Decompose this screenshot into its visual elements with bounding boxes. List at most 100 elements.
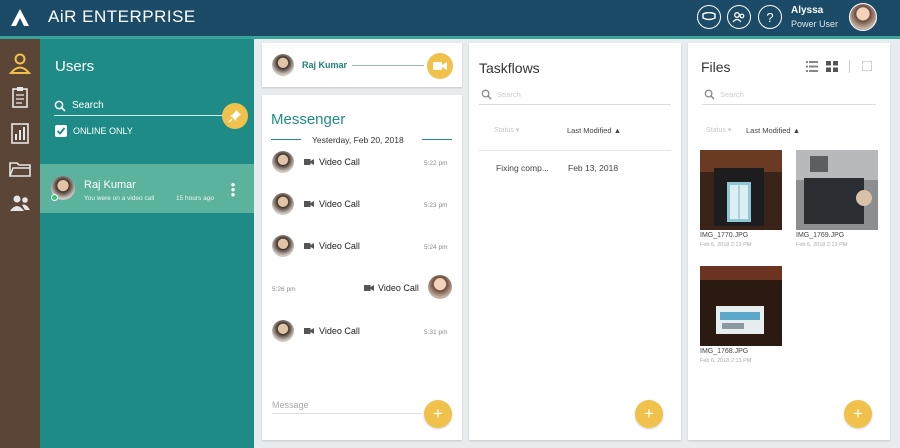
app-title: AiR ENTERPRISE [48, 7, 196, 26]
last-modified-column-header[interactable]: Last Modified ▲ [567, 126, 621, 135]
last-modified-column-header[interactable]: Last Modified ▲ [746, 126, 800, 135]
users-title: Users [55, 58, 95, 75]
folder-icon[interactable] [8, 157, 32, 181]
last-modified-label: Last Modified [746, 126, 791, 135]
file-thumbnail[interactable] [700, 266, 782, 346]
chevron-down-icon: ▾ [727, 127, 732, 134]
divider [479, 150, 671, 151]
video-camera-icon [433, 62, 447, 70]
user-name: Raj Kumar [84, 179, 136, 191]
bar-chart-icon[interactable] [8, 121, 32, 145]
taskflows-panel: Taskflows Search Status ▾ Last Modified … [469, 43, 681, 440]
divider [271, 139, 301, 140]
add-file-button[interactable]: + [844, 400, 872, 428]
more-vertical-icon[interactable]: • • • [229, 178, 237, 201]
avatar [428, 275, 452, 299]
users-icon[interactable] [8, 191, 32, 215]
message-item[interactable]: Video Call 5:23 pm [262, 191, 462, 217]
last-modified-label: Last Modified [567, 126, 612, 135]
video-camera-icon [364, 285, 374, 291]
file-date: Feb 6, 2018 2:13 PM [700, 242, 752, 248]
message-text: Video Call [319, 241, 360, 251]
message-text: Video Call [319, 157, 360, 167]
video-camera-icon [304, 243, 314, 249]
status-label: Status [494, 127, 514, 134]
input-underline [272, 413, 422, 414]
current-user-name: Alyssa [791, 5, 824, 16]
message-time: 5:31 pm [424, 329, 448, 336]
divider [849, 60, 850, 73]
user-last-message: You were on a video call [84, 195, 155, 202]
divider [352, 65, 424, 66]
clipboard-icon[interactable] [8, 85, 32, 109]
sort-up-icon: ▲ [613, 126, 622, 135]
search-underline [479, 104, 671, 105]
top-bar: AiR ENTERPRISE ? Alyssa Power User [0, 0, 900, 36]
grid-view-icon[interactable] [826, 61, 838, 72]
status-label: Status [706, 127, 726, 134]
message-item[interactable]: Video Call 5:22 pm [262, 149, 462, 175]
users-panel: Users Search ONLINE ONLY Raj Kumar You w… [40, 39, 254, 448]
search-icon [481, 89, 492, 100]
expand-icon[interactable] [862, 61, 872, 71]
current-user-avatar[interactable] [849, 3, 877, 31]
add-message-button[interactable]: + [424, 400, 452, 428]
status-column-header[interactable]: Status ▾ [494, 126, 519, 134]
avatar [272, 151, 294, 173]
online-status-dot [51, 194, 58, 201]
file-thumbnail[interactable] [796, 150, 878, 230]
profile-icon[interactable] [8, 51, 32, 75]
file-name: IMG_1769.JPG [796, 232, 845, 239]
message-item[interactable]: Video Call 5:31 pm [262, 318, 462, 344]
file-date: Feb 6, 2018 2:13 PM [700, 358, 752, 364]
search-icon [54, 100, 66, 112]
search-underline [702, 104, 876, 105]
search-underline [54, 115, 224, 116]
list-view-icon[interactable] [806, 61, 818, 72]
taskflows-search-input[interactable]: Search [497, 90, 521, 99]
help-icon-glyph: ? [766, 9, 774, 25]
app-logo-icon[interactable] [8, 6, 32, 30]
files-search-input[interactable]: Search [720, 90, 744, 99]
users-search-input[interactable]: Search [72, 100, 104, 111]
file-date: Feb 6, 2018 2:13 PM [796, 242, 848, 248]
taskflow-name[interactable]: Fixing comp... [496, 163, 549, 173]
messenger-title: Messenger [271, 111, 346, 128]
taskflow-modified: Feb 13, 2018 [568, 163, 619, 173]
photo-thumbnail [700, 266, 782, 346]
current-user-role: Power User [791, 19, 839, 29]
message-item-outgoing[interactable]: 5:26 pm Video Call [262, 275, 462, 301]
avatar [272, 193, 294, 215]
video-call-button[interactable] [427, 53, 453, 79]
file-thumbnail[interactable] [700, 150, 782, 230]
avatar [272, 320, 294, 342]
sort-up-icon: ▲ [792, 126, 801, 135]
messenger-panel: Messenger Yesterday, Feb 20, 2018 Video … [262, 95, 462, 440]
message-time: 5:22 pm [424, 160, 448, 167]
photo-thumbnail [700, 150, 782, 230]
status-column-header[interactable]: Status ▾ [706, 126, 731, 134]
date-divider: Yesterday, Feb 20, 2018 [312, 135, 404, 145]
contacts-icon[interactable] [727, 5, 751, 29]
message-time: 5:24 pm [424, 244, 448, 251]
user-last-time: 15 hours ago [176, 195, 214, 202]
message-text: Video Call [378, 283, 419, 293]
message-item[interactable]: Video Call 5:24 pm [262, 233, 462, 259]
chat-bubble-icon[interactable] [697, 5, 721, 29]
photo-thumbnail [796, 150, 878, 230]
contact-header-card: Raj Kumar [262, 43, 462, 87]
message-text: Video Call [319, 199, 360, 209]
pin-button[interactable] [222, 103, 248, 129]
taskflows-title: Taskflows [479, 60, 540, 76]
avatar [272, 54, 294, 76]
help-icon[interactable]: ? [758, 5, 782, 29]
file-name: IMG_1770.JPG [700, 232, 749, 239]
message-input[interactable]: Message [272, 400, 309, 410]
avatar [272, 235, 294, 257]
online-only-checkbox[interactable] [55, 125, 67, 137]
contact-name[interactable]: Raj Kumar [302, 60, 347, 70]
video-camera-icon [304, 328, 314, 334]
user-list-item[interactable]: Raj Kumar You were on a video call 15 ho… [40, 164, 254, 213]
add-taskflow-button[interactable]: + [635, 400, 663, 428]
chevron-down-icon: ▾ [515, 127, 520, 134]
